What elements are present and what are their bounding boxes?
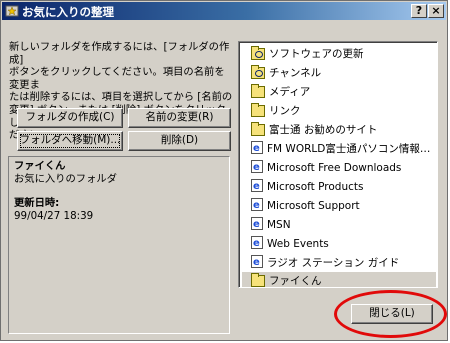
list-item[interactable]: チャンネル	[251, 64, 437, 83]
ie-page-icon	[251, 216, 263, 234]
close-window-button[interactable]: ×	[428, 4, 444, 18]
channel-folder-icon	[251, 46, 265, 60]
list-item[interactable]: Web Events	[251, 235, 437, 254]
list-item[interactable]: メディア	[251, 83, 437, 102]
list-item[interactable]: MSN	[251, 216, 437, 235]
folder-icon	[251, 84, 265, 98]
item-type: お気に入りのフォルダ	[14, 172, 117, 185]
item-info-panel: ファイくん お気に入りのフォルダ 更新日時: 99/04/27 18:39	[8, 156, 230, 334]
folder-icon	[251, 122, 265, 136]
modified-label: 更新日時:	[14, 197, 60, 209]
item-name: ファイくん	[14, 160, 66, 172]
dialog-title: お気に入りの整理	[22, 5, 114, 19]
list-item[interactable]: 富士通 お勧めのサイト	[251, 121, 437, 140]
list-item[interactable]: Microsoft Products	[251, 178, 437, 197]
list-item[interactable]: Microsoft Free Downloads	[251, 159, 437, 178]
highlight-ellipse	[334, 290, 447, 338]
ie-page-icon	[251, 254, 263, 272]
create-folder-button[interactable]: フォルダの作成(C)	[17, 108, 123, 128]
organize-favorites-dialog: お気に入りの整理 ? × 新しいフォルダを作成するには、[フォルダの作成] ボタ…	[0, 0, 448, 341]
folder-icon	[251, 273, 265, 287]
list-item[interactable]: ソフトウェアの更新	[251, 45, 437, 64]
ie-page-icon	[251, 197, 263, 215]
list-item[interactable]: Microsoft Support	[251, 197, 437, 216]
help-button[interactable]: ?	[411, 4, 427, 18]
folder-icon	[251, 103, 265, 117]
ie-page-icon	[251, 159, 263, 177]
rename-button[interactable]: 名前の変更(R)	[128, 108, 231, 128]
ie-page-icon	[251, 235, 263, 253]
favorites-list[interactable]: ソフトウェアの更新 チャンネル メディア リンク 富士通 お勧めのサイト FM …	[238, 41, 438, 288]
list-item[interactable]: FM WORLD富士通パソコン情報ペー...	[251, 140, 437, 159]
list-item-selected[interactable]: ファイくん	[242, 272, 436, 287]
list-item[interactable]: リンク	[251, 102, 437, 121]
ie-page-icon	[251, 140, 263, 158]
channel-folder-icon	[251, 65, 265, 79]
list-item[interactable]: ラジオ ステーション ガイド	[251, 254, 437, 273]
move-to-folder-button[interactable]: フォルダへ移動(M)...	[17, 131, 123, 151]
modified-value: 99/04/27 18:39	[14, 209, 94, 222]
title-bar[interactable]: お気に入りの整理 ? ×	[2, 2, 446, 20]
delete-button[interactable]: 削除(D)	[128, 131, 231, 151]
ie-page-icon	[251, 178, 263, 196]
favorites-icon	[5, 5, 19, 17]
